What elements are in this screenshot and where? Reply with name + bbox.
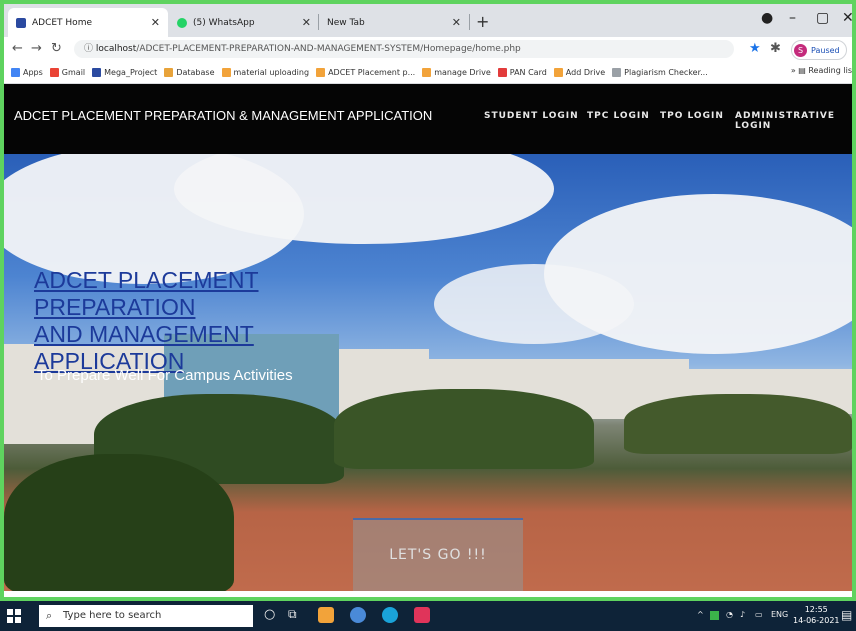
reload-icon[interactable]: ↻ [51,41,62,56]
browser-window: ADCET Home ✕ (5) WhatsApp ✕ New Tab ✕ + … [4,4,852,597]
search-icon: ⌕ [46,609,53,622]
new-tab-plus-icon[interactable]: + [476,12,489,31]
cloud [434,264,634,344]
trees [624,394,852,454]
nav-student-login[interactable]: STUDENT LOGIN [484,111,579,121]
minimize-icon[interactable]: – [789,10,796,26]
maximize-icon[interactable]: ▢ [816,10,829,26]
trees [334,389,594,469]
cortana-circle-icon[interactable]: ○ [264,607,275,622]
close-window-icon[interactable]: ✕ [842,10,852,26]
avatar: S [794,43,807,57]
language-indicator[interactable]: ENG [771,610,788,619]
address-bar[interactable]: ⓘ localhost/ADCET-PLACEMENT-PREPARATION-… [74,40,734,58]
bookmark-gmail[interactable]: Gmail [49,67,85,77]
volume-icon[interactable]: ♪ [740,610,745,619]
xampp-icon [553,67,563,77]
info-icon[interactable]: ⓘ [84,44,96,54]
tab-new-tab[interactable]: New Tab ✕ [319,8,469,37]
close-tab-icon[interactable]: ✕ [452,16,461,29]
bookmark-adcet-placement[interactable]: ADCET Placement p... [316,67,415,77]
taskbar-clock[interactable]: 12:55 14-06-2021 [793,604,840,626]
profile-circle-icon[interactable]: ● [761,10,773,26]
plagiarism-icon [612,67,622,77]
lets-go-button[interactable]: LET'S GO !!! [353,518,523,591]
bookmark-add-drive[interactable]: Add Drive [553,67,605,77]
tray-chevron-icon[interactable]: ^ [697,610,704,619]
bookmark-manage-drive[interactable]: manage Drive [422,67,491,77]
tab-adcet-home[interactable]: ADCET Home ✕ [8,8,168,37]
apps-grid-icon [11,67,20,77]
close-tab-icon[interactable]: ✕ [151,16,160,29]
database-icon [164,67,174,77]
xampp-icon [422,67,432,77]
gmail-icon [49,67,59,77]
bookmark-material-uploading[interactable]: material uploading [221,67,309,77]
hero-title: ADCET PLACEMENT PREPARATION AND MANAGEME… [34,267,259,374]
nav-tpo-login[interactable]: TPO LOGIN [660,111,724,121]
notification-icon[interactable]: ▤ [841,608,852,622]
taskbar-search-input[interactable]: ⌕ Type here to search [39,605,253,627]
tab-divider [469,14,470,30]
hero-subtitle: To Prepare Well For Campus Activities [37,367,293,384]
edge-taskbar-icon[interactable] [382,607,398,623]
bookmark-star-icon[interactable]: ★ [749,41,761,56]
windows-taskbar: ⌕ Type here to search ○ ⧉ ^ ◔ ♪ ▭ ENG 12… [0,601,856,631]
hero-banner: ADCET PLACEMENT PREPARATION AND MANAGEME… [4,154,852,591]
app-taskbar-icon[interactable] [414,607,430,623]
bookmark-plagiarism-checker[interactable]: Plagiarism Checker... [612,67,708,77]
reading-list-button[interactable]: » ▤ Reading lis [791,66,852,75]
xampp-taskbar-icon[interactable] [318,607,334,623]
pan-card-icon [497,67,507,77]
trees [4,454,234,591]
windows-start-icon[interactable] [7,609,21,623]
site-brand[interactable]: ADCET PLACEMENT PREPARATION & MANAGEMENT… [14,108,432,123]
xampp-icon [316,67,326,77]
network-icon[interactable]: ◔ [726,610,733,619]
nav-administrative-login[interactable]: ADMINISTRATIVE LOGIN [735,111,852,131]
bookmark-mega-project[interactable]: Mega_Project [92,67,157,77]
forward-arrow-icon[interactable]: → [31,41,42,56]
nav-tpc-login[interactable]: TPC LOGIN [587,111,650,121]
bookmarks-bar: Apps Gmail Mega_Project Database materia… [4,61,852,84]
back-arrow-icon[interactable]: ← [12,41,23,56]
tab-whatsapp[interactable]: (5) WhatsApp ✕ [169,8,319,37]
task-view-icon[interactable]: ⧉ [288,607,297,622]
bookmark-database[interactable]: Database [164,67,215,77]
site-navbar: ADCET PLACEMENT PREPARATION & MANAGEMENT… [4,84,852,154]
close-tab-icon[interactable]: ✕ [302,16,311,29]
bookmark-apps[interactable]: Apps [11,67,43,77]
toolbar: ← → ↻ ⓘ localhost/ADCET-PLACEMENT-PREPAR… [4,37,852,61]
tab-strip: ADCET Home ✕ (5) WhatsApp ✕ New Tab ✕ + … [4,4,852,37]
xampp-icon [221,67,231,77]
whatsapp-favicon-icon [177,17,187,28]
bookmark-pan-card[interactable]: PAN Card [497,67,547,77]
tray-app-icon[interactable] [710,611,719,620]
chrome-taskbar-icon[interactable] [350,607,366,623]
adcet-icon [92,67,102,77]
extensions-puzzle-icon[interactable]: ✱ [770,41,781,56]
adcet-favicon-icon [16,17,26,28]
keyboard-icon[interactable]: ▭ [755,610,763,619]
profile-paused-button[interactable]: S Paused [791,40,847,60]
